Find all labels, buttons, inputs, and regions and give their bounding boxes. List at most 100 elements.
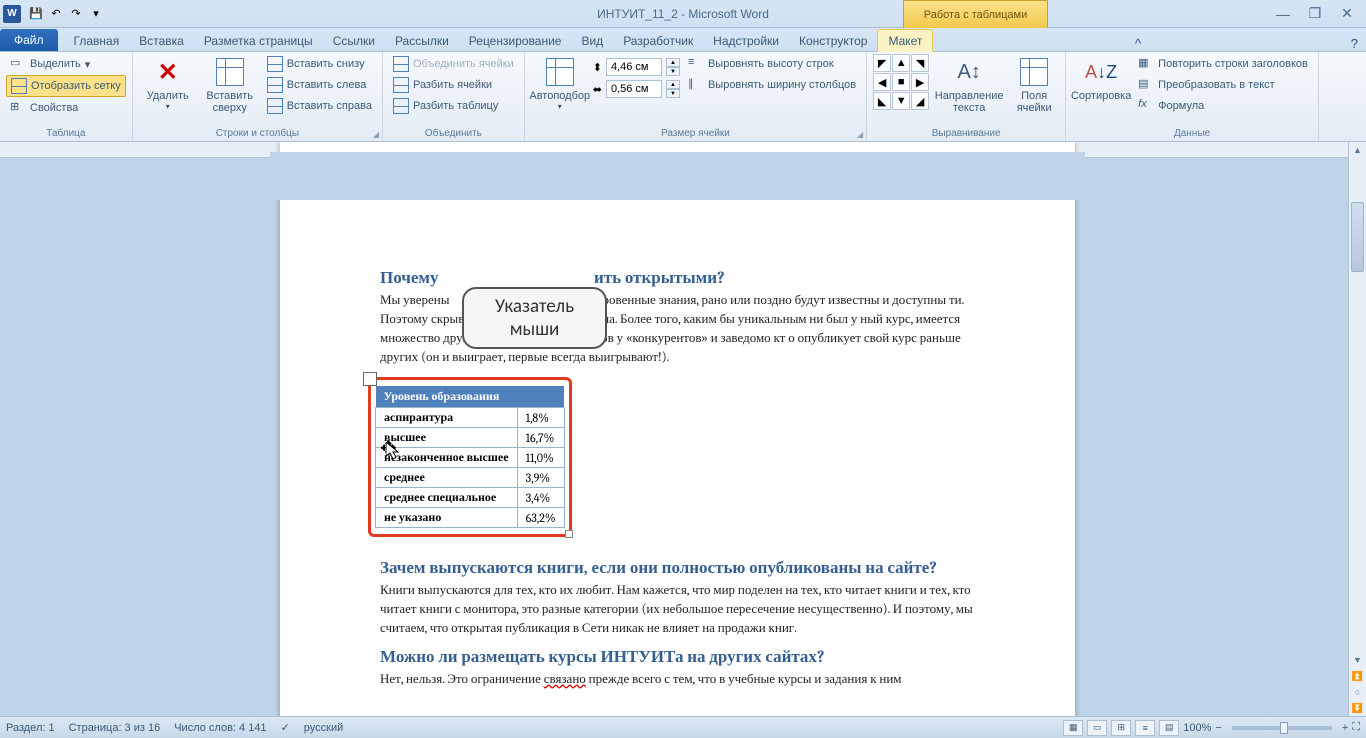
tab-layout[interactable]: Разметка страницы	[194, 30, 323, 51]
align-bl[interactable]: ◣	[873, 92, 891, 110]
dialog-launcher-icon[interactable]: ◢	[857, 130, 863, 139]
zoom-out-button[interactable]: −	[1215, 722, 1221, 734]
properties-button[interactable]: ⊞Свойства	[6, 98, 126, 118]
group-rows-cols: ✕Удалить▾ Вставить сверху Вставить снизу…	[133, 52, 383, 141]
table-row[interactable]: аспирантура1,8%	[376, 408, 565, 428]
distribute-rows-button[interactable]: ≡Выровнять высоту строк	[684, 54, 860, 74]
undo-icon[interactable]: ↶	[47, 5, 65, 23]
view-full-reading[interactable]: ▭	[1087, 720, 1107, 736]
page-content[interactable]: Указатель мыши ✥ Почему xxxxxxxxxxxxxxxx…	[280, 200, 1075, 716]
insert-right-button[interactable]: Вставить справа	[263, 96, 376, 116]
align-tl[interactable]: ◤	[873, 54, 891, 72]
help-icon[interactable]: ?	[1343, 36, 1366, 51]
view-print-layout[interactable]: ▦	[1063, 720, 1083, 736]
tab-table-layout[interactable]: Макет	[877, 29, 933, 52]
view-draft[interactable]: ▤	[1159, 720, 1179, 736]
tab-developer[interactable]: Разработчик	[613, 30, 703, 51]
split-table-button[interactable]: Разбить таблицу	[389, 96, 518, 116]
table-row[interactable]: среднее специальное3,4%	[376, 488, 565, 508]
zoom-fit-icon[interactable]: ⛶	[1352, 721, 1360, 734]
next-page-icon[interactable]: ⏬	[1349, 700, 1366, 716]
tab-home[interactable]: Главная	[64, 30, 130, 51]
repeat-header-button[interactable]: ▦Повторить строки заголовков	[1134, 54, 1312, 74]
align-tr[interactable]: ◥	[911, 54, 929, 72]
table-move-handle[interactable]	[363, 372, 377, 386]
zoom-level[interactable]: 100%	[1183, 722, 1211, 734]
select-button[interactable]: ▭Выделить ▾	[6, 54, 126, 74]
align-mr[interactable]: ▶	[911, 73, 929, 91]
dialog-launcher-icon[interactable]: ◢	[373, 130, 379, 139]
scroll-down-icon[interactable]: ▼	[1349, 652, 1366, 668]
qat-more-icon[interactable]: ▾	[87, 5, 105, 23]
minimize-button[interactable]: —	[1274, 5, 1292, 23]
col-width-input[interactable]: ⬌▲▼	[593, 80, 680, 98]
table-row[interactable]: высшее16,7%	[376, 428, 565, 448]
tab-insert[interactable]: Вставка	[129, 30, 194, 51]
insert-above-button[interactable]: Вставить сверху	[201, 54, 259, 124]
status-language[interactable]: русский	[304, 722, 343, 734]
window-controls: — ❐ ✕	[1274, 5, 1366, 23]
insert-left-button[interactable]: Вставить слева	[263, 75, 376, 95]
view-gridlines-button[interactable]: Отобразить сетку	[6, 75, 126, 97]
formula-button[interactable]: fxФормула	[1134, 96, 1312, 116]
file-tab[interactable]: Файл	[0, 29, 58, 51]
doc-table[interactable]: Уровень образования аспирантура1,8%высше…	[375, 386, 565, 528]
group-cell-size: Автоподбор▾ ⬍▲▼ ⬌▲▼ ≡Выровнять высоту ст…	[525, 52, 867, 141]
convert-text-button[interactable]: ▤Преобразовать в текст	[1134, 75, 1312, 95]
table-row[interactable]: среднее3,9%	[376, 468, 565, 488]
align-br[interactable]: ◢	[911, 92, 929, 110]
save-icon[interactable]: 💾	[27, 5, 45, 23]
callout-tooltip: Указатель мыши	[462, 287, 607, 349]
insert-below-button[interactable]: Вставить снизу	[263, 54, 376, 74]
ribbon: ▭Выделить ▾ Отобразить сетку ⊞Свойства Т…	[0, 52, 1366, 142]
status-bar: Раздел: 1 Страница: 3 из 16 Число слов: …	[0, 716, 1366, 738]
align-mc[interactable]: ■	[892, 73, 910, 91]
group-alignment: ◤▲◥ ◀■▶ ◣▼◢ A↕Направление текста Поля яч…	[867, 52, 1066, 141]
table-row[interactable]: не указано63,2%	[376, 508, 565, 528]
window-title: ИНТУИТ_11_2 - Microsoft Word	[597, 7, 769, 21]
align-bc[interactable]: ▼	[892, 92, 910, 110]
browse-object-icon[interactable]: ○	[1349, 684, 1366, 700]
sort-button[interactable]: A↓ZСортировка	[1072, 54, 1130, 124]
table-row[interactable]: незаконченное высшее11,0%	[376, 448, 565, 468]
autofit-button[interactable]: Автоподбор▾	[531, 54, 589, 124]
spell-check-icon[interactable]: ✓	[281, 721, 290, 734]
tab-design[interactable]: Конструктор	[789, 30, 877, 51]
view-web[interactable]: ⊞	[1111, 720, 1131, 736]
split-cells-button[interactable]: Разбить ячейки	[389, 75, 518, 95]
tab-review[interactable]: Рецензирование	[459, 30, 572, 51]
tab-mailings[interactable]: Рассылки	[385, 30, 459, 51]
cell-margins-button[interactable]: Поля ячейки	[1009, 54, 1059, 124]
status-page[interactable]: Страница: 3 из 16	[69, 722, 161, 734]
group-label-merge: Объединить	[389, 128, 518, 140]
ribbon-minimize-icon[interactable]: ^	[1127, 36, 1149, 51]
status-words[interactable]: Число слов: 4 141	[174, 722, 266, 734]
merge-cells-button: Объединить ячейки	[389, 54, 518, 74]
zoom-slider[interactable]	[1232, 726, 1332, 730]
row-height-input[interactable]: ⬍▲▼	[593, 58, 680, 76]
word-icon[interactable]: W	[3, 5, 21, 23]
scroll-up-icon[interactable]: ▲	[1349, 142, 1366, 158]
document-area: ▢ 🔍 Указатель мыши ✥ Почему xxxxxxxxxxxx…	[0, 142, 1366, 716]
align-tc[interactable]: ▲	[892, 54, 910, 72]
heading-2: Зачем выпускаются книги, если они полнос…	[380, 558, 985, 578]
zoom-in-button[interactable]: +	[1342, 722, 1348, 734]
tab-addins[interactable]: Надстройки	[703, 30, 789, 51]
align-ml[interactable]: ◀	[873, 73, 891, 91]
prev-page-icon[interactable]: ⏫	[1349, 668, 1366, 684]
vertical-scrollbar[interactable]: ▲ ▼ ⏫ ○ ⏬	[1348, 142, 1366, 716]
text-direction-button[interactable]: A↕Направление текста	[933, 54, 1005, 124]
group-merge: Объединить ячейки Разбить ячейки Разбить…	[383, 52, 525, 141]
tab-view[interactable]: Вид	[571, 30, 613, 51]
tab-references[interactable]: Ссылки	[323, 30, 385, 51]
scroll-thumb[interactable]	[1351, 202, 1364, 272]
close-button[interactable]: ✕	[1338, 5, 1356, 23]
table-resize-handle[interactable]	[565, 530, 573, 538]
delete-button[interactable]: ✕Удалить▾	[139, 54, 197, 124]
group-label-align: Выравнивание	[873, 128, 1059, 140]
distribute-cols-button[interactable]: ∥Выровнять ширину столбцов	[684, 75, 860, 95]
restore-button[interactable]: ❐	[1306, 5, 1324, 23]
status-section[interactable]: Раздел: 1	[6, 722, 55, 734]
redo-icon[interactable]: ↷	[67, 5, 85, 23]
view-outline[interactable]: ≡	[1135, 720, 1155, 736]
